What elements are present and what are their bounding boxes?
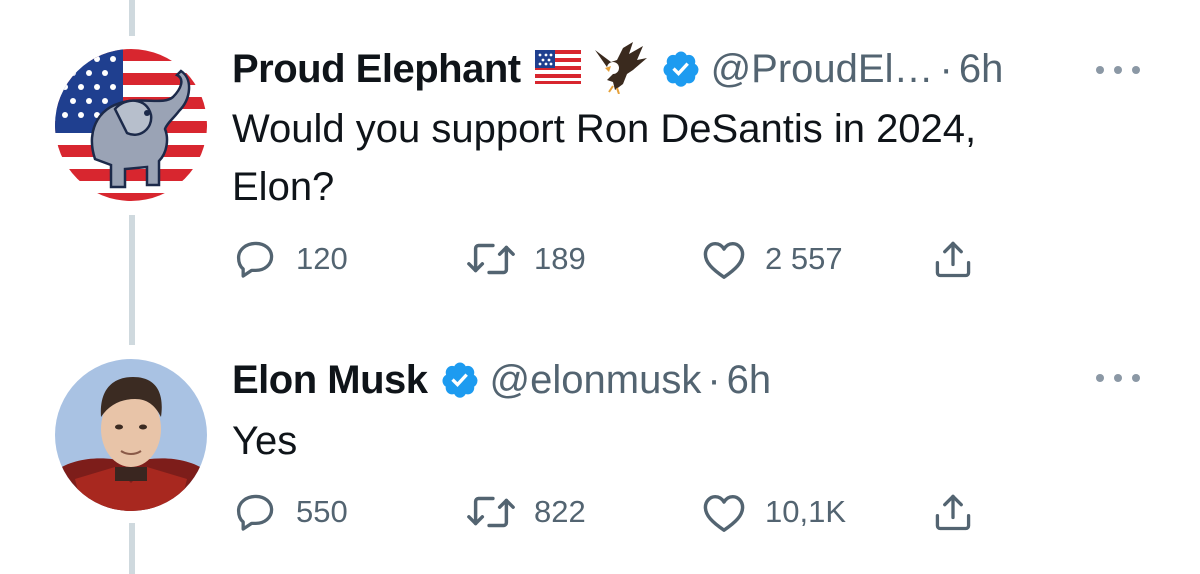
author-name[interactable]: Elon Musk bbox=[232, 358, 428, 403]
retweet-count: 189 bbox=[534, 241, 586, 276]
reply-button[interactable]: 550 bbox=[234, 490, 348, 534]
verified-badge-icon bbox=[440, 360, 480, 400]
tweet-text: Would you support Ron DeSantis in 2024, … bbox=[232, 100, 1132, 216]
avatar-elon-musk[interactable] bbox=[55, 359, 207, 511]
heart-icon bbox=[703, 241, 745, 279]
like-count: 10,1K bbox=[765, 494, 847, 529]
tweet-header: Proud Elephant @ProudEl… · 6h bbox=[232, 41, 1004, 94]
tweet-header: Elon Musk @elonmusk · 6h bbox=[232, 355, 771, 405]
like-button[interactable]: 10,1K bbox=[701, 490, 846, 534]
tweet-elon-musk[interactable]: Elon Musk @elonmusk · 6h Yes 550 822 10,… bbox=[0, 287, 1200, 574]
tweet-actions: 550 822 10,1K bbox=[0, 490, 1200, 540]
reply-icon bbox=[236, 241, 274, 278]
more-options-icon[interactable] bbox=[1096, 60, 1140, 80]
tweet-text-line-2: Elon? bbox=[232, 165, 335, 209]
author-handle[interactable]: @ProudEl… bbox=[711, 47, 934, 92]
author-handle[interactable]: @elonmusk bbox=[490, 358, 702, 403]
share-button[interactable] bbox=[931, 237, 975, 281]
like-count: 2 557 bbox=[765, 241, 843, 276]
author-name[interactable]: Proud Elephant bbox=[232, 47, 521, 92]
share-icon bbox=[935, 241, 971, 278]
retweet-count: 822 bbox=[534, 494, 586, 529]
separator-dot: · bbox=[707, 357, 721, 402]
tweet-text: Yes bbox=[232, 412, 1132, 470]
tweet-text-line-1: Would you support Ron DeSantis in 2024, bbox=[232, 107, 977, 151]
retweet-icon bbox=[467, 243, 515, 275]
eagle-icon bbox=[593, 40, 649, 99]
tweet-text-line-1: Yes bbox=[232, 419, 298, 463]
tweet-proud-elephant[interactable]: Proud Elephant @ProudEl… · 6h Would you … bbox=[0, 0, 1200, 287]
retweet-button[interactable]: 189 bbox=[466, 237, 586, 281]
retweet-button[interactable]: 822 bbox=[466, 490, 586, 534]
separator-dot: · bbox=[939, 46, 953, 91]
reply-icon bbox=[236, 494, 274, 531]
avatar-proud-elephant[interactable] bbox=[55, 49, 207, 201]
share-button[interactable] bbox=[931, 490, 975, 534]
verified-badge-icon bbox=[661, 49, 701, 89]
more-options-icon[interactable] bbox=[1096, 368, 1140, 388]
us-flag-icon bbox=[534, 49, 581, 89]
reply-count: 550 bbox=[296, 494, 348, 529]
tweet-time[interactable]: 6h bbox=[959, 47, 1004, 92]
retweet-icon bbox=[467, 496, 515, 528]
share-icon bbox=[935, 494, 971, 531]
like-button[interactable]: 2 557 bbox=[701, 237, 843, 281]
elon-avatar-image bbox=[55, 359, 207, 511]
reply-button[interactable]: 120 bbox=[234, 237, 348, 281]
heart-icon bbox=[703, 494, 745, 532]
tweet-time[interactable]: 6h bbox=[727, 358, 772, 403]
tweet-actions: 120 189 2 557 bbox=[0, 237, 1200, 287]
elephant-flag-avatar-image bbox=[55, 49, 207, 201]
reply-count: 120 bbox=[296, 241, 348, 276]
